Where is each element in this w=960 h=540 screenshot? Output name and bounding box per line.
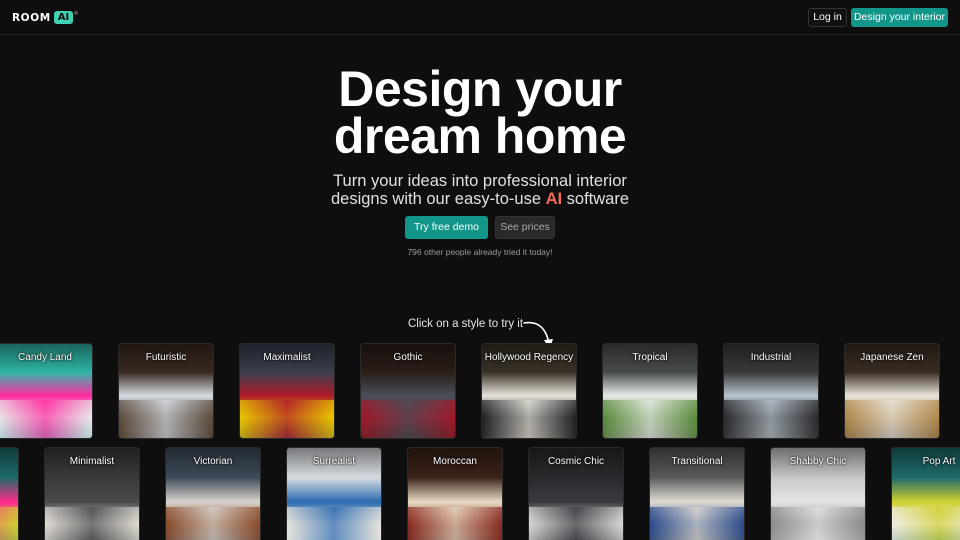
- style-card[interactable]: Candy Land: [0, 343, 93, 439]
- style-preview-image: [0, 506, 18, 540]
- style-card-label: Futuristic: [145, 352, 187, 363]
- logo-badge: AI: [53, 11, 74, 24]
- style-card[interactable]: Surrealist: [286, 447, 382, 540]
- style-preview-image: [771, 506, 865, 540]
- logo[interactable]: ROOM AI ®: [12, 11, 78, 24]
- style-card[interactable]: Futuristic: [118, 343, 214, 439]
- style-preview-image: [0, 400, 92, 438]
- top-nav: ROOM AI ® Log in Design your interior: [0, 0, 960, 35]
- style-preview-image: [408, 506, 502, 540]
- style-card[interactable]: Pop Art: [891, 447, 960, 540]
- style-card-label: Pop Art: [922, 456, 956, 467]
- style-preview-image: [845, 400, 939, 438]
- style-preview-image: [361, 400, 455, 438]
- style-preview-image: [603, 400, 697, 438]
- registered-mark: ®: [74, 10, 78, 17]
- hero-title: Design your dream home: [0, 61, 960, 164]
- hero-subtitle: Turn your ideas into professional interi…: [0, 172, 960, 208]
- style-card-label: Cosmic Chic: [547, 456, 605, 467]
- style-card-label: Candy Land: [18, 352, 72, 363]
- style-card[interactable]: Victorian: [165, 447, 261, 540]
- style-card[interactable]: Pop Art: [0, 447, 19, 540]
- style-card[interactable]: Minimalist: [44, 447, 140, 540]
- style-card[interactable]: Industrial: [723, 343, 819, 439]
- style-preview-image: [650, 506, 744, 540]
- try-free-demo-button[interactable]: Try free demo: [405, 216, 488, 239]
- style-card-label: Surrealist: [312, 456, 356, 467]
- style-card-label: Industrial: [750, 352, 792, 363]
- style-card-label: Minimalist: [69, 456, 115, 467]
- style-preview-image: [166, 506, 260, 540]
- subtitle-text-pre: designs with our easy-to-use: [330, 190, 546, 208]
- style-card-label: Moroccan: [433, 456, 477, 467]
- style-preview-image: [482, 400, 576, 438]
- style-card[interactable]: Hollywood Regency: [481, 343, 577, 439]
- see-prices-button[interactable]: See prices: [495, 216, 555, 239]
- style-card[interactable]: Maximalist: [239, 343, 335, 439]
- style-card[interactable]: Tropical: [602, 343, 698, 439]
- style-card-label: Tropical: [632, 352, 668, 363]
- hero-subtitle-line-1: Turn your ideas into professional interi…: [333, 172, 627, 190]
- style-preview-image: [892, 506, 960, 540]
- style-card[interactable]: Japanese Zen: [844, 343, 940, 439]
- style-card[interactable]: Transitional: [649, 447, 745, 540]
- style-card-label: Shabby Chic: [789, 456, 847, 467]
- style-preview-image: [529, 506, 623, 540]
- style-card[interactable]: Shabby Chic: [770, 447, 866, 540]
- social-proof-text: 796 other people already tried it today!: [407, 247, 553, 257]
- ai-highlight: AI: [545, 190, 563, 208]
- hero-title-line-2: dream home: [333, 108, 627, 164]
- style-card[interactable]: Cosmic Chic: [528, 447, 624, 540]
- style-card-label: Gothic: [393, 352, 423, 363]
- style-card[interactable]: Gothic: [360, 343, 456, 439]
- login-button[interactable]: Log in: [808, 8, 847, 27]
- style-card-label: Transitional: [671, 456, 723, 467]
- style-preview-image: [45, 506, 139, 540]
- style-card-label: Hollywood Regency: [484, 352, 574, 363]
- style-card-label: Japanese Zen: [860, 352, 924, 363]
- design-interior-button[interactable]: Design your interior: [851, 8, 948, 27]
- style-card-label: Victorian: [193, 456, 233, 467]
- style-card-label: Maximalist: [263, 352, 311, 363]
- style-preview-image: [287, 506, 381, 540]
- hero-title-line-1: Design your: [338, 61, 622, 117]
- style-preview-image: [724, 400, 818, 438]
- style-preview-image: [240, 400, 334, 438]
- style-hint-text: Click on a style to try it: [408, 318, 524, 330]
- style-preview-image: [119, 400, 213, 438]
- style-card-label: Pop Art: [0, 456, 18, 467]
- hero-subtitle-line-2: designs with our easy-to-use AI software: [0, 190, 960, 208]
- logo-text: ROOM: [12, 11, 51, 24]
- style-card[interactable]: Moroccan: [407, 447, 503, 540]
- subtitle-text-post: software: [562, 190, 630, 208]
